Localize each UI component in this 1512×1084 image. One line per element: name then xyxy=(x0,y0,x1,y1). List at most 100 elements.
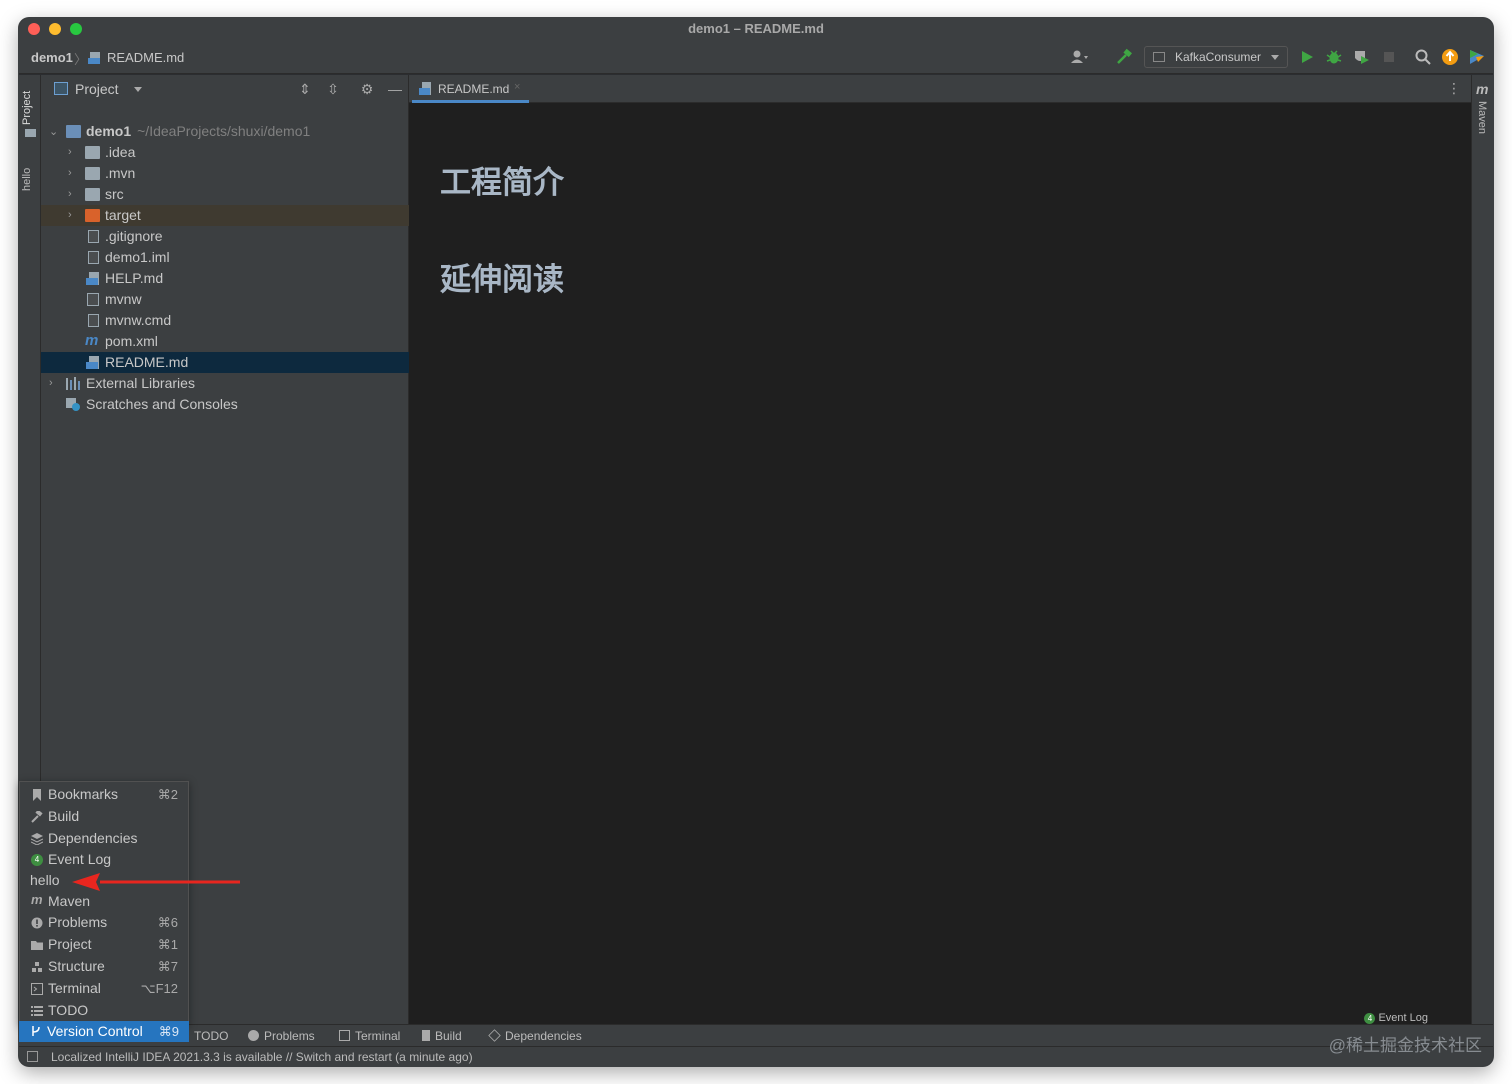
tree-item-demo1[interactable]: ⌄ demo1 ~/IdeaProjects/shuxi/demo1 xyxy=(41,121,409,142)
menu-item-event-log[interactable]: 4 Event Log xyxy=(20,849,188,871)
hide-panel-icon[interactable]: — xyxy=(387,82,403,96)
layers-icon xyxy=(488,1029,501,1042)
problems-icon xyxy=(31,917,43,929)
run-configuration-selector[interactable]: KafkaConsumer xyxy=(1144,46,1288,68)
dependencies-tool-button[interactable]: Dependencies xyxy=(488,1029,582,1043)
menu-item-structure[interactable]: Structure ⌘7 xyxy=(20,956,188,978)
chevron-down-icon[interactable] xyxy=(134,87,142,92)
folder-icon xyxy=(85,146,100,159)
chevron-right-icon[interactable]: › xyxy=(68,167,78,179)
stop-icon[interactable] xyxy=(1380,48,1398,66)
tree-item-scratches[interactable]: Scratches and Consoles xyxy=(41,394,409,415)
tree-item-mvnw[interactable]: mvnw xyxy=(41,289,409,310)
menu-item-build[interactable]: Build xyxy=(20,806,188,828)
hammer-icon xyxy=(422,1030,430,1041)
run-config-icon xyxy=(1153,52,1165,62)
chevron-right-icon[interactable]: › xyxy=(49,377,59,389)
menu-item-bookmarks[interactable]: Bookmarks ⌘2 xyxy=(20,784,188,806)
tree-item-target[interactable]: › target xyxy=(41,205,409,226)
hello-tool-tab[interactable]: hello xyxy=(21,161,33,191)
build-tool-button[interactable]: Build xyxy=(422,1029,462,1043)
chevron-down-icon[interactable]: ⌄ xyxy=(49,125,59,138)
menu-item-label: Problems xyxy=(48,914,108,930)
tree-item-idea[interactable]: › .idea xyxy=(41,142,409,163)
ide-window: demo1 – README.md demo1 〉 README.md Kafk… xyxy=(19,18,1493,1066)
tree-item-pom-xml[interactable]: m pom.xml xyxy=(41,331,409,352)
tree-item-readme-md[interactable]: README.md xyxy=(41,352,409,373)
collapse-all-icon[interactable]: ⇳ xyxy=(325,82,341,96)
tree-item-label: HELP.md xyxy=(105,270,164,286)
menu-item-shortcut: ⌘1 xyxy=(157,937,178,952)
tree-item-mvn[interactable]: › .mvn xyxy=(41,163,409,184)
menu-item-dependencies[interactable]: Dependencies xyxy=(20,828,188,850)
markdown-file-icon xyxy=(419,82,431,95)
tree-item-mvnw-cmd[interactable]: mvnw.cmd xyxy=(41,310,409,331)
iml-file-icon xyxy=(88,251,99,264)
status-message[interactable]: Localized IntelliJ IDEA 2021.3.3 is avai… xyxy=(51,1050,473,1064)
menu-item-version-control[interactable]: Version Control ⌘9 xyxy=(19,1021,189,1042)
scratches-icon xyxy=(66,398,80,411)
markdown-file-icon xyxy=(86,356,99,369)
event-log-tool-button[interactable]: 4 Event Log xyxy=(1364,1012,1428,1024)
expand-all-icon[interactable]: ⇕ xyxy=(297,82,313,96)
todo-tool-button[interactable]: TODO xyxy=(194,1029,228,1043)
gear-icon[interactable]: ⚙ xyxy=(359,82,375,96)
markdown-heading: 工程简介 xyxy=(440,165,564,201)
terminal-tool-button[interactable]: Terminal xyxy=(339,1029,400,1043)
menu-item-problems[interactable]: Problems ⌘6 xyxy=(20,912,188,934)
tree-item-label: pom.xml xyxy=(105,333,158,349)
project-panel-header: Project ⇕ ⇳ ⚙ — xyxy=(41,75,408,103)
menu-item-shortcut: ⌘6 xyxy=(157,915,178,930)
editor-tab-readme[interactable]: README.md × xyxy=(412,75,529,103)
more-options-icon[interactable]: ⋮ xyxy=(1447,80,1461,97)
tree-item-label: demo1 xyxy=(86,123,132,139)
status-toggle-icon[interactable] xyxy=(27,1051,38,1062)
breadcrumb-project[interactable]: demo1 xyxy=(31,50,73,65)
close-icon[interactable]: × xyxy=(514,81,520,93)
markdown-file-icon xyxy=(86,272,99,285)
debug-bug-icon[interactable] xyxy=(1325,48,1343,66)
breadcrumb-file[interactable]: README.md xyxy=(107,50,184,65)
menu-item-label: TODO xyxy=(48,1002,89,1018)
editor-tab-label: README.md xyxy=(438,82,510,96)
project-view-selector[interactable]: Project xyxy=(75,81,119,97)
tree-item-external-libraries[interactable]: › External Libraries xyxy=(41,373,409,394)
menu-item-label: Version Control xyxy=(47,1023,143,1039)
run-icon[interactable] xyxy=(1298,48,1316,66)
menu-item-maven[interactable]: m Maven xyxy=(20,891,188,913)
update-icon[interactable] xyxy=(1441,48,1459,66)
build-tool-label: Build xyxy=(435,1029,462,1043)
build-hammer-icon[interactable] xyxy=(1115,48,1133,66)
tree-item-help-md[interactable]: HELP.md xyxy=(41,268,409,289)
maven-icon: m xyxy=(31,892,43,907)
right-tool-window-strip: m Maven xyxy=(1471,75,1493,1025)
maven-file-icon: m xyxy=(85,332,99,349)
menu-item-label: hello xyxy=(30,872,60,888)
user-icon[interactable] xyxy=(1070,48,1088,66)
tree-item-label: .gitignore xyxy=(105,228,163,244)
menu-item-project[interactable]: Project ⌘1 xyxy=(20,934,188,956)
maven-tool-tab[interactable]: Maven xyxy=(1476,101,1488,134)
markdown-preview[interactable]: 工程简介 延伸阅读 xyxy=(409,103,1471,1025)
event-log-icon: 4 xyxy=(31,854,43,866)
tree-item-label: demo1.iml xyxy=(105,249,170,265)
folder-icon xyxy=(85,188,100,201)
tree-item-label: target xyxy=(105,207,141,223)
jetbrains-logo-icon[interactable] xyxy=(1468,48,1486,66)
menu-item-terminal[interactable]: Terminal ⌥F12 xyxy=(20,978,188,1000)
menu-item-shortcut: ⌘9 xyxy=(158,1024,179,1039)
chevron-right-icon[interactable]: › xyxy=(68,209,78,221)
problems-tool-button[interactable]: Problems xyxy=(248,1029,315,1043)
chevron-right-icon[interactable]: › xyxy=(68,188,78,200)
coverage-icon[interactable] xyxy=(1352,48,1370,66)
tree-item-demo1-iml[interactable]: demo1.iml xyxy=(41,247,409,268)
script-file-icon xyxy=(87,293,99,306)
menu-item-label: Project xyxy=(48,936,92,952)
tool-window-bar: TODO Problems Terminal Build Dependencie… xyxy=(19,1024,1493,1046)
tree-item-src[interactable]: › src xyxy=(41,184,409,205)
chevron-right-icon[interactable]: › xyxy=(68,146,78,158)
search-icon[interactable] xyxy=(1414,48,1432,66)
menu-item-todo[interactable]: TODO xyxy=(20,1000,188,1022)
project-tool-tab[interactable]: Project xyxy=(21,81,33,125)
tree-item-gitignore[interactable]: .gitignore xyxy=(41,226,409,247)
